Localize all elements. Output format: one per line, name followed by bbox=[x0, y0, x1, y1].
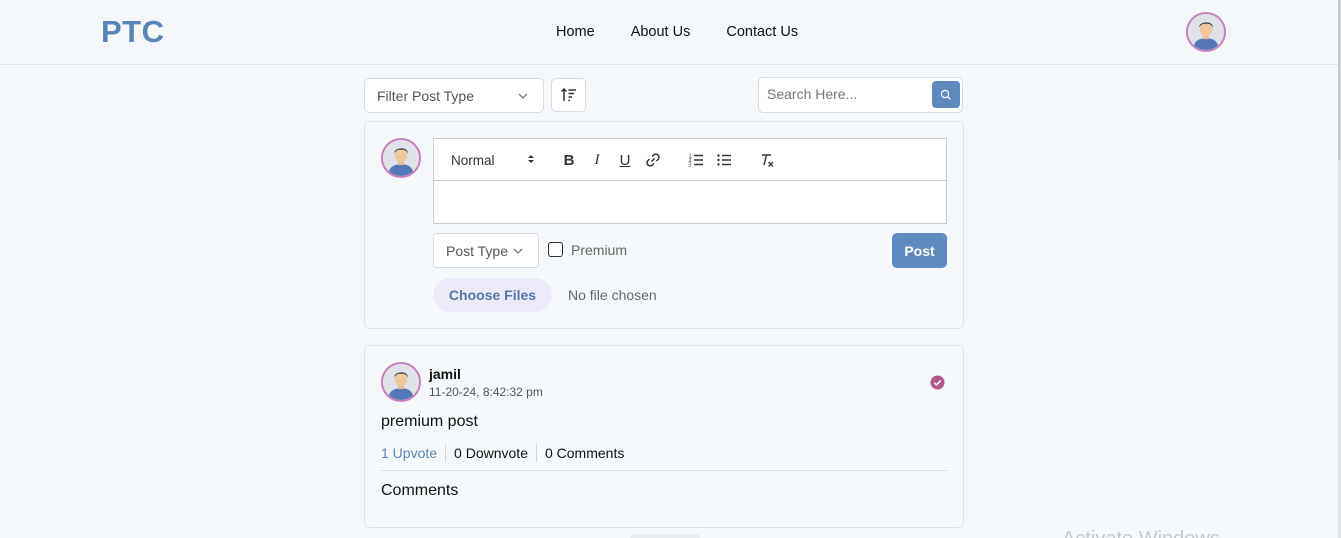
post-editor-input[interactable] bbox=[433, 180, 947, 224]
search-button[interactable] bbox=[932, 81, 960, 108]
chevron-down-icon bbox=[518, 93, 528, 99]
ordered-list-icon[interactable]: 1 2 3 bbox=[687, 151, 705, 169]
bold-icon[interactable]: B bbox=[560, 151, 578, 169]
post-author-avatar[interactable] bbox=[381, 362, 421, 402]
premium-checkbox[interactable] bbox=[548, 242, 563, 257]
nav-link-about-us[interactable]: About Us bbox=[631, 24, 691, 40]
post-timestamp: 11-20-24, 8:42:32 pm bbox=[429, 385, 543, 399]
logo[interactable]: PTC bbox=[101, 14, 165, 50]
filter-post-type-label: Filter Post Type bbox=[377, 88, 475, 104]
sort-button[interactable] bbox=[551, 78, 586, 112]
post-button[interactable]: Post bbox=[892, 233, 947, 268]
divider bbox=[381, 470, 947, 471]
text-size-select[interactable]: Normal bbox=[451, 153, 495, 168]
comments-heading: Comments bbox=[381, 482, 459, 499]
file-status: No file chosen bbox=[568, 287, 657, 303]
bottom-element bbox=[630, 534, 700, 538]
bullet-list-icon[interactable] bbox=[715, 151, 733, 169]
nav-links: Home About Us Contact Us bbox=[556, 24, 798, 40]
sort-icon bbox=[560, 87, 576, 102]
post-content: premium post bbox=[381, 413, 478, 430]
svg-text:3: 3 bbox=[689, 163, 692, 169]
post-composer: Normal B I U 1 2 3 Post Type Premium Pos… bbox=[364, 121, 964, 329]
choose-files-button[interactable]: Choose Files bbox=[433, 278, 552, 312]
check-badge-icon bbox=[930, 375, 945, 390]
top-navbar: PTC Home About Us Contact Us bbox=[0, 0, 1341, 65]
post-author-name[interactable]: jamil bbox=[429, 366, 461, 382]
profile-avatar[interactable] bbox=[1186, 12, 1226, 52]
chevron-down-icon bbox=[513, 248, 523, 254]
nav-link-home[interactable]: Home bbox=[556, 24, 595, 40]
search-input[interactable] bbox=[767, 86, 927, 102]
post-type-label: Post Type bbox=[446, 243, 509, 259]
windows-activation-watermark: Activate Windows bbox=[1062, 528, 1220, 538]
underline-icon[interactable]: U bbox=[616, 151, 634, 169]
user-avatar-icon bbox=[1186, 12, 1226, 52]
select-arrows-icon bbox=[528, 155, 534, 163]
search-icon bbox=[940, 89, 951, 100]
user-avatar-icon bbox=[381, 362, 421, 402]
nav-link-contact-us[interactable]: Contact Us bbox=[726, 24, 798, 40]
post-card: jamil 11-20-24, 8:42:32 pm premium post … bbox=[364, 345, 964, 528]
search-box bbox=[758, 77, 963, 113]
italic-icon[interactable]: I bbox=[588, 151, 606, 169]
premium-label: Premium bbox=[571, 242, 628, 258]
comments-count[interactable]: 0 Comments bbox=[535, 444, 632, 462]
upvote-button[interactable]: 1 Upvote bbox=[381, 444, 445, 462]
post-type-select[interactable]: Post Type bbox=[433, 233, 539, 268]
downvote-button[interactable]: 0 Downvote bbox=[445, 444, 536, 462]
editor-toolbar: Normal B I U 1 2 3 bbox=[433, 138, 947, 181]
link-icon[interactable] bbox=[644, 151, 662, 169]
composer-avatar bbox=[381, 138, 421, 178]
clear-formatting-icon[interactable] bbox=[758, 151, 776, 169]
user-avatar-icon bbox=[381, 138, 421, 178]
post-stats: 1 Upvote 0 Downvote 0 Comments bbox=[381, 444, 632, 462]
filter-post-type-select[interactable]: Filter Post Type bbox=[364, 78, 544, 113]
